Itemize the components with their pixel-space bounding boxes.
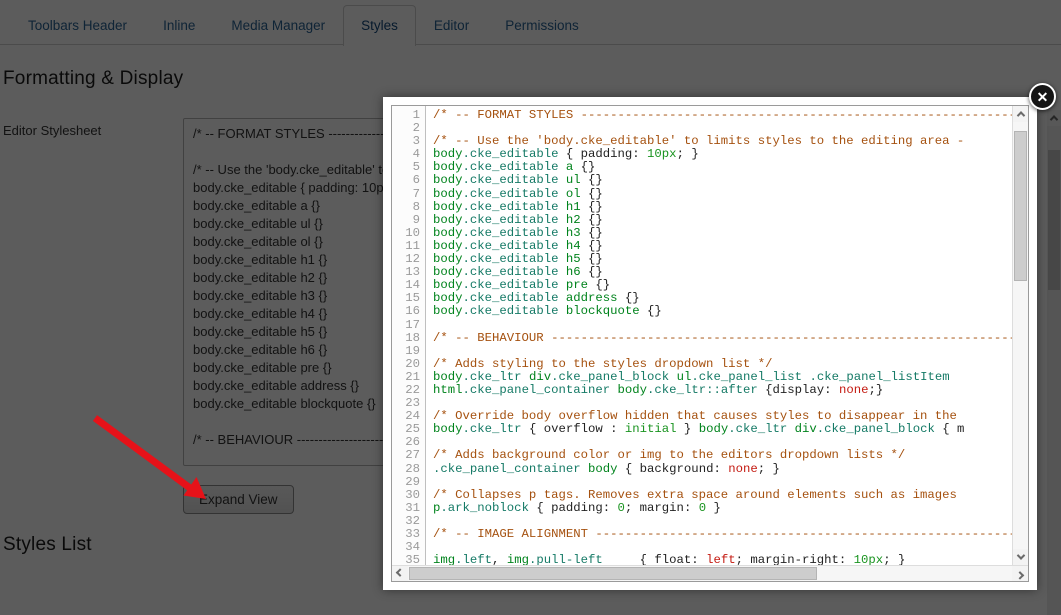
line-number: 27 <box>392 449 420 462</box>
code-content[interactable]: /* -- FORMAT STYLES --------------------… <box>426 106 1012 565</box>
code-line: body.cke_ltr { overflow : initial } body… <box>433 423 1012 436</box>
line-number: 28 <box>392 463 420 476</box>
line-number: 19 <box>392 345 420 358</box>
horizontal-scrollbar-thumb[interactable] <box>409 567 817 580</box>
code-line: p.ark_noblock { padding: 0; margin: 0 } <box>433 502 1012 515</box>
line-number: 7 <box>392 188 420 201</box>
code-line: /* -- BEHAVIOUR ------------------------… <box>433 332 1012 345</box>
line-number: 10 <box>392 227 420 240</box>
code-line: img.left, img.pull-left { float: left; m… <box>433 554 1012 565</box>
horizontal-scrollbar[interactable] <box>392 565 1028 581</box>
expanded-stylesheet-modal: 1234567891011121314151617181920212223242… <box>383 97 1037 590</box>
line-number: 8 <box>392 201 420 214</box>
vertical-scrollbar-thumb[interactable] <box>1014 131 1027 281</box>
scroll-up-icon[interactable] <box>1013 106 1028 122</box>
code-line: body.cke_editable blockquote {} <box>433 305 1012 318</box>
line-number: 18 <box>392 332 420 345</box>
modal-close-button[interactable]: ✕ <box>1029 83 1056 110</box>
line-number: 6 <box>392 174 420 187</box>
code-editor-main: 1234567891011121314151617181920212223242… <box>392 106 1028 565</box>
code-line: .cke_panel_container body { background: … <box>433 463 1012 476</box>
line-number: 29 <box>392 476 420 489</box>
page: Toolbars HeaderInlineMedia ManagerStyles… <box>0 0 1061 615</box>
line-number: 21 <box>392 371 420 384</box>
line-number: 17 <box>392 319 420 332</box>
line-number: 35 <box>392 554 420 565</box>
line-number: 16 <box>392 305 420 318</box>
scroll-down-icon[interactable] <box>1013 549 1028 565</box>
code-editor: 1234567891011121314151617181920212223242… <box>391 105 1029 582</box>
scroll-left-icon[interactable] <box>392 566 408 581</box>
vertical-scrollbar[interactable] <box>1012 106 1028 565</box>
scroll-right-icon[interactable] <box>1012 566 1028 581</box>
code-line: /* -- FORMAT STYLES --------------------… <box>433 109 1012 122</box>
line-number: 20 <box>392 358 420 371</box>
line-number: 9 <box>392 214 420 227</box>
code-line: html.cke_panel_container body.cke_ltr::a… <box>433 384 1012 397</box>
line-number-gutter: 1234567891011121314151617181920212223242… <box>392 106 426 565</box>
close-icon: ✕ <box>1037 90 1049 104</box>
line-number: 31 <box>392 502 420 515</box>
code-line: /* -- IMAGE ALIGNMENT ------------------… <box>433 528 1012 541</box>
line-number: 30 <box>392 489 420 502</box>
